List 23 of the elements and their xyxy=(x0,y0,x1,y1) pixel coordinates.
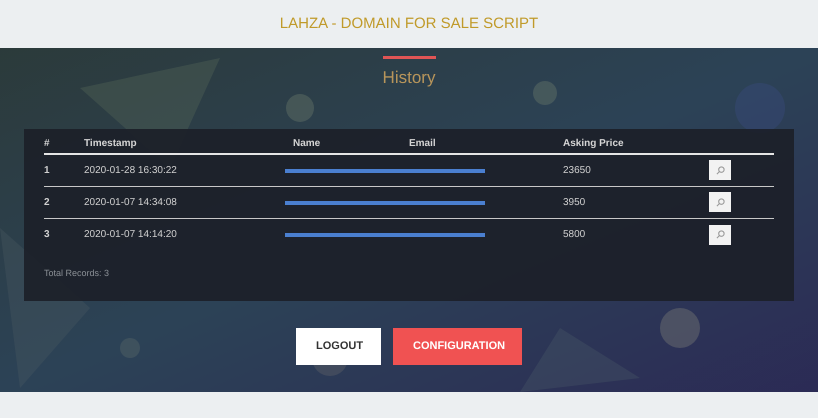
price-cell-text: 23650 xyxy=(563,164,592,178)
search-icon xyxy=(716,166,724,174)
column-header: Name xyxy=(293,137,322,151)
timestamp-cell-text: 2020-01-28 16:30:22 xyxy=(84,164,178,178)
title-underline xyxy=(382,56,436,59)
row-number: 1 xyxy=(44,164,51,178)
price-cell-text: 5800 xyxy=(563,228,586,242)
search-icon xyxy=(716,230,724,239)
column-header: # xyxy=(44,137,51,151)
search-button[interactable] xyxy=(709,224,731,244)
row-number: 3 xyxy=(44,228,51,242)
section-title: History xyxy=(382,67,436,89)
timestamp-cell-text: 2020-01-07 14:14:20 xyxy=(84,228,178,242)
column-header: Asking Price xyxy=(563,137,625,151)
column-header: Timestamp xyxy=(84,137,138,151)
site-title: LAHZA - DOMAIN FOR SALE SCRIPT xyxy=(280,14,538,34)
timestamp-cell-text: 2020-01-07 14:34:08 xyxy=(84,196,178,210)
column-header: Email xyxy=(409,137,437,151)
price-cell-text: 3950 xyxy=(563,196,586,210)
row-number: 2 xyxy=(44,196,51,210)
total-records: Total Records: 3 xyxy=(44,266,110,280)
search-icon xyxy=(716,198,724,206)
logout-button[interactable]: LOGOUT xyxy=(296,328,381,364)
